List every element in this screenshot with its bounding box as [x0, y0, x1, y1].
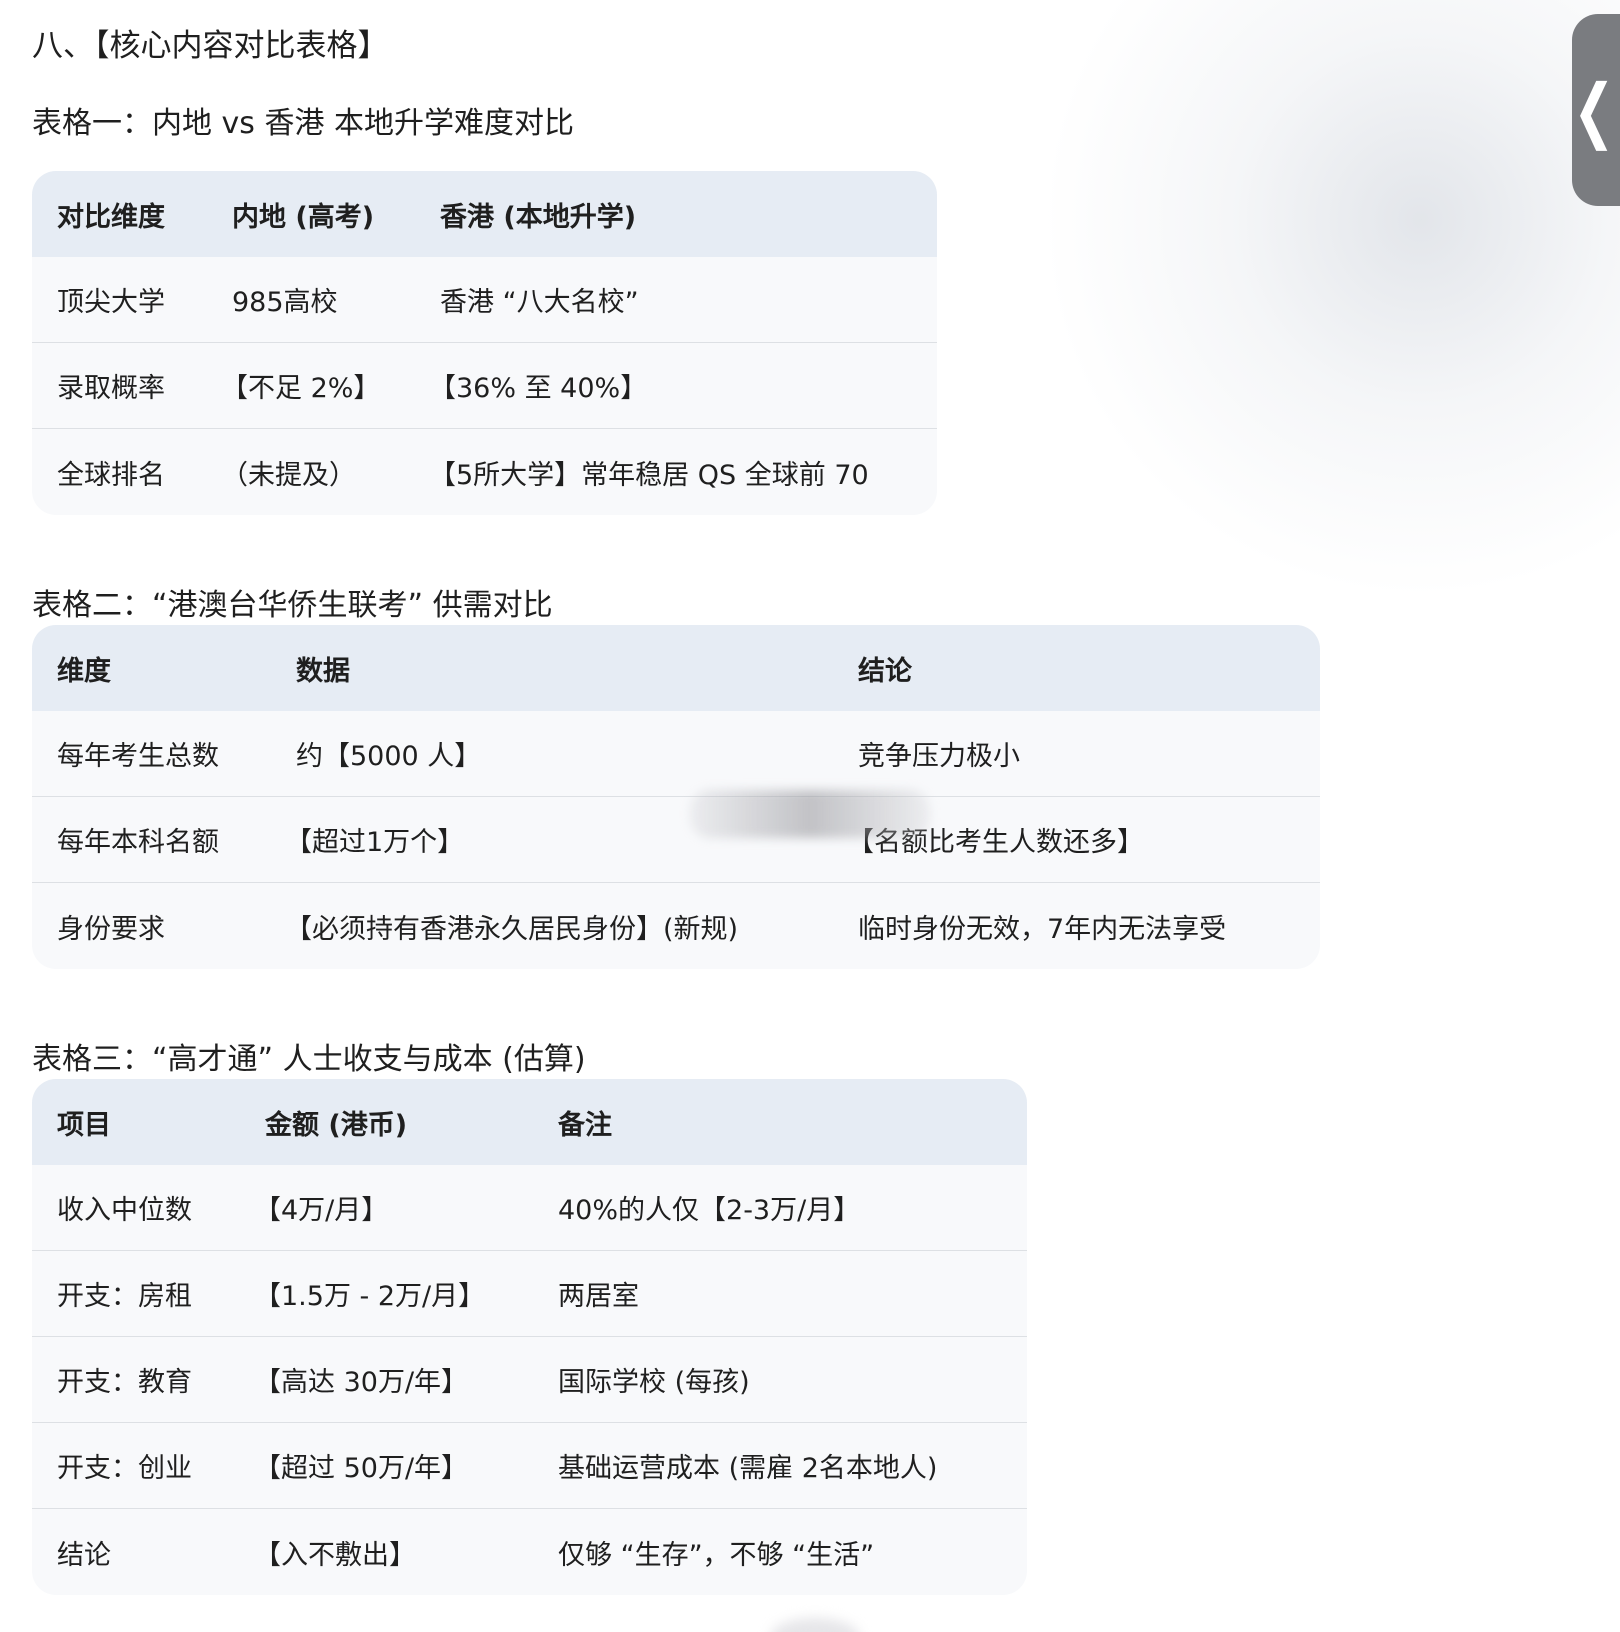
table-cell: 录取概率: [57, 373, 165, 404]
table-row: 每年考生总数 约【5000 人】 竞争压力极小: [32, 711, 1320, 797]
table2-title: 表格二：“港澳台华侨生联考” 供需对比: [32, 588, 553, 623]
table-cell: 竞争压力极小: [858, 741, 1020, 772]
table-cell: 40%的人仅【2-3万/月】: [558, 1195, 861, 1226]
page-heading: 八、【核心内容对比表格】: [32, 28, 389, 64]
table3-header-cell: 金额 (港币): [265, 1109, 408, 1141]
table-row: 结论 【入不敷出】 仅够 “生存”，不够 “生活”: [32, 1509, 1027, 1595]
table-row: 开支：房租 【1.5万 - 2万/月】 两居室: [32, 1251, 1027, 1337]
table1-header-cell: 香港 (本地升学): [440, 201, 637, 233]
table-cell: 香港 “八大名校”: [440, 287, 639, 318]
table3: 项目 金额 (港币) 备注 收入中位数 【4万/月】 40%的人仅【2-3万/月…: [32, 1079, 1027, 1595]
side-panel-toggle[interactable]: ❮: [1572, 14, 1620, 206]
chevron-left-icon: ❮: [1573, 69, 1615, 151]
bottom-smudge: [770, 1618, 860, 1632]
table1-header-cell: 内地 (高考): [232, 201, 375, 233]
table-cell: 【高达 30万/年】: [254, 1367, 469, 1398]
table2-header-cell: 维度: [57, 655, 111, 687]
table-cell: 【5所大学】常年稳居 QS 全球前 70: [429, 459, 869, 491]
table-cell: 结论: [57, 1539, 111, 1571]
table-cell: 身份要求: [57, 913, 165, 945]
table-cell: 【36% 至 40%】: [429, 373, 648, 404]
table-cell: （未提及）: [221, 459, 356, 491]
table-cell: 顶尖大学: [57, 287, 165, 318]
table-cell: 【必须持有香港永久居民身份】(新规): [285, 913, 739, 945]
table-cell: 【1.5万 - 2万/月】: [254, 1281, 486, 1312]
background-glow: [1040, 0, 1620, 600]
table-cell: 985高校: [232, 287, 338, 318]
table-row: 全球排名 （未提及） 【5所大学】常年稳居 QS 全球前 70: [32, 429, 937, 515]
table-row: 开支：创业 【超过 50万/年】 基础运营成本 (需雇 2名本地人): [32, 1423, 1027, 1509]
table-cell: 每年本科名额: [57, 827, 219, 858]
table-cell: 临时身份无效，7年内无法享受: [858, 913, 1227, 945]
table3-header-cell: 项目: [57, 1109, 111, 1141]
table3-title: 表格三：“高才通” 人士收支与成本 (估算): [32, 1042, 586, 1077]
table-row: 开支：教育 【高达 30万/年】 国际学校 (每孩): [32, 1337, 1027, 1423]
table1-header-row: 对比维度 内地 (高考) 香港 (本地升学): [32, 171, 937, 257]
table-cell: 约【5000 人】: [296, 741, 482, 772]
table-cell: 基础运营成本 (需雇 2名本地人): [558, 1453, 938, 1484]
table1-title: 表格一：内地 vs 香港 本地升学难度对比: [32, 106, 574, 141]
table-row: 每年本科名额 【超过1万个】 【名额比考生人数还多】: [32, 797, 1320, 883]
table3-header-row: 项目 金额 (港币) 备注: [32, 1079, 1027, 1165]
table2-header-cell: 结论: [858, 655, 912, 687]
table-cell: 【名额比考生人数还多】: [847, 827, 1144, 858]
table-cell: 【入不敷出】: [254, 1539, 416, 1571]
table-cell: 【超过1万个】: [285, 827, 465, 858]
table-cell: 两居室: [558, 1281, 639, 1312]
table-cell: 收入中位数: [57, 1195, 192, 1226]
table-cell: 开支：房租: [57, 1281, 192, 1312]
table1-header-cell: 对比维度: [57, 201, 165, 233]
table-row: 身份要求 【必须持有香港永久居民身份】(新规) 临时身份无效，7年内无法享受: [32, 883, 1320, 969]
table-row: 录取概率 【不足 2%】 【36% 至 40%】: [32, 343, 937, 429]
table-cell: 【不足 2%】: [221, 373, 381, 404]
table-cell: 开支：教育: [57, 1367, 192, 1398]
table2: 维度 数据 结论 每年考生总数 约【5000 人】 竞争压力极小 每年本科名额 …: [32, 625, 1320, 969]
table1: 对比维度 内地 (高考) 香港 (本地升学) 顶尖大学 985高校 香港 “八大…: [32, 171, 937, 515]
table-row: 收入中位数 【4万/月】 40%的人仅【2-3万/月】: [32, 1165, 1027, 1251]
table3-header-cell: 备注: [558, 1109, 612, 1141]
table-cell: 【超过 50万/年】: [254, 1453, 469, 1484]
table-row: 顶尖大学 985高校 香港 “八大名校”: [32, 257, 937, 343]
table2-header-cell: 数据: [296, 655, 350, 687]
table-cell: 仅够 “生存”，不够 “生活”: [558, 1539, 875, 1571]
table-cell: 全球排名: [57, 459, 165, 491]
table-cell: 国际学校 (每孩): [558, 1367, 750, 1398]
table2-header-row: 维度 数据 结论: [32, 625, 1320, 711]
page: ❮ 八、【核心内容对比表格】 表格一：内地 vs 香港 本地升学难度对比 对比维…: [0, 0, 1620, 1632]
table-cell: 每年考生总数: [57, 741, 219, 772]
table-cell: 【4万/月】: [254, 1195, 389, 1226]
table-cell: 开支：创业: [57, 1453, 192, 1484]
